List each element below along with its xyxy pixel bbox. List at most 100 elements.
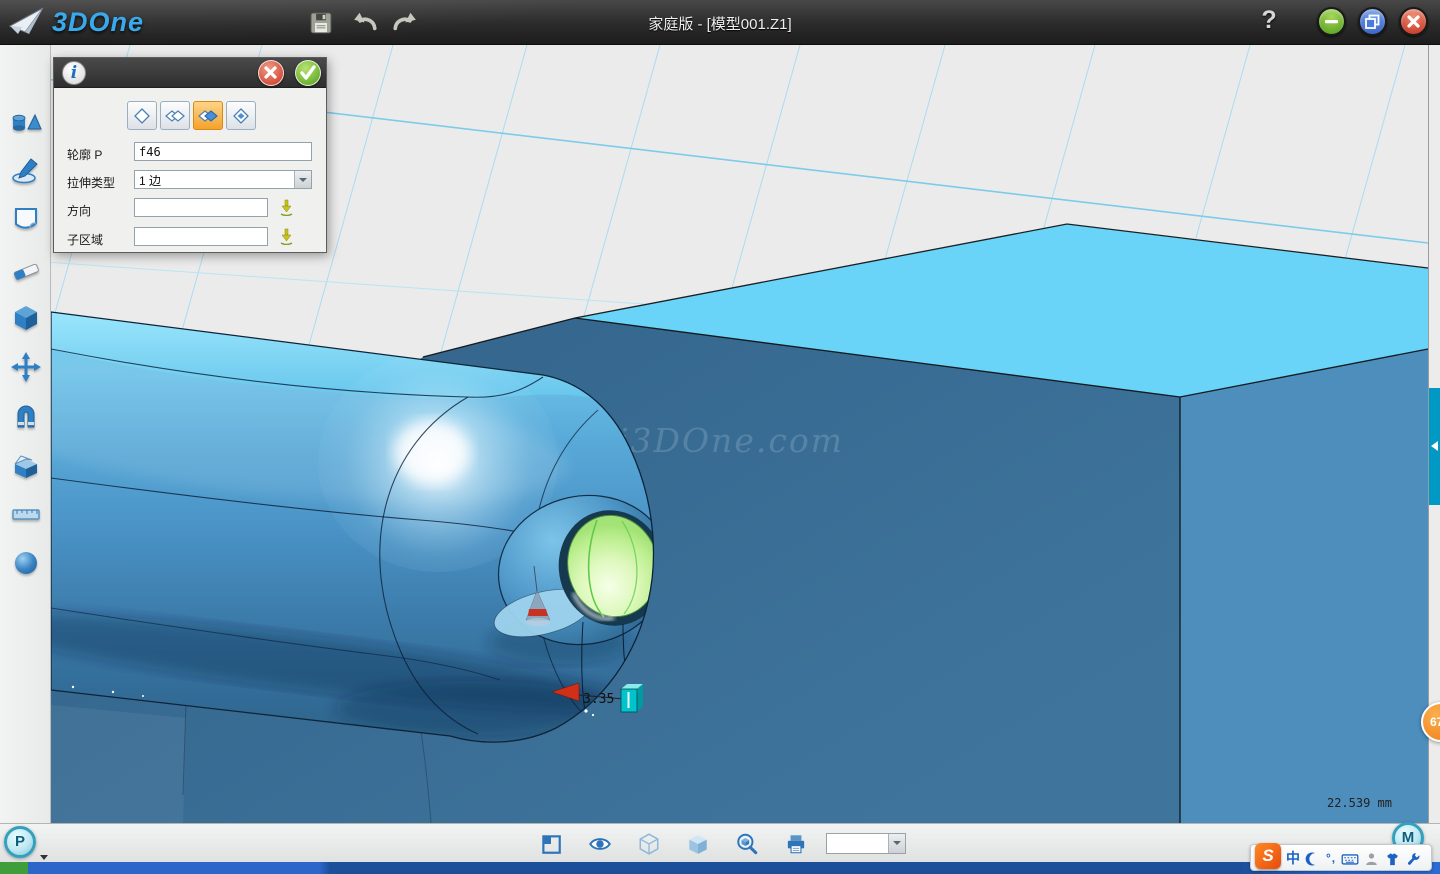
measure-tool[interactable] [10, 498, 42, 530]
status-p-button[interactable]: P [4, 826, 36, 858]
constraint-tool[interactable] [10, 401, 42, 433]
undo-button[interactable] [352, 10, 378, 36]
app-logo: 3DOne [8, 5, 144, 39]
primitives-icon [10, 108, 42, 140]
watermark: i3DOne.com [618, 421, 844, 460]
dialog-header: i [54, 58, 326, 88]
render-tool[interactable] [10, 547, 42, 579]
save-icon [308, 10, 334, 36]
ime-bar: S 中 °, [1250, 844, 1432, 871]
coordinate-readout: 22.539 mm [1327, 796, 1392, 810]
extrude-type-value: 1 边 [139, 174, 161, 188]
printer-icon [784, 832, 808, 856]
app-logo-text: 3DOne [52, 7, 144, 38]
sketch-plane-icon [10, 203, 42, 235]
special-feature-tool[interactable] [10, 449, 42, 481]
ime-lang-toggle[interactable]: 中 [1286, 846, 1300, 870]
cancel-x-icon [259, 61, 282, 84]
sphere-icon [10, 547, 42, 579]
direction-pick-button[interactable] [277, 198, 295, 216]
diamond-single-icon [132, 107, 152, 125]
open-box-icon [10, 449, 42, 481]
dialog-ok-button[interactable] [295, 60, 321, 86]
extrude-mode-4-button[interactable] [226, 101, 256, 130]
extrude-mode-3-button-selected[interactable] [193, 101, 223, 130]
pick-arrow-icon [277, 198, 295, 216]
shaded-mode-button[interactable] [686, 832, 710, 856]
visibility-button[interactable] [588, 832, 612, 856]
slab-right-face[interactable] [1180, 349, 1428, 823]
close-button[interactable] [1399, 7, 1428, 36]
extrude-mode-buttons [127, 101, 256, 130]
sogou-logo[interactable]: S [1255, 843, 1281, 869]
redo-button[interactable] [392, 10, 418, 36]
zoom-cube-icon [735, 832, 759, 856]
sketch-pencil-icon [10, 155, 42, 187]
chevron-left-icon [1431, 441, 1438, 451]
restore-button[interactable] [1358, 7, 1387, 36]
redo-icon [392, 10, 418, 36]
minimize-icon [1319, 9, 1344, 34]
subregion-input[interactable] [134, 227, 268, 246]
keyboard-icon[interactable] [1341, 848, 1359, 867]
shaded-cube-icon [686, 832, 710, 856]
magnet-icon [10, 401, 42, 433]
drag-handle[interactable] [621, 684, 643, 712]
help-button[interactable]: ? [1255, 6, 1283, 36]
view-plane-button[interactable] [539, 832, 563, 856]
paper-plane-icon [8, 5, 46, 39]
cube-icon [10, 302, 42, 334]
ruler-icon [10, 498, 42, 530]
chevron-down-icon [893, 841, 901, 845]
close-icon [1401, 9, 1426, 34]
moon-icon[interactable] [1305, 848, 1321, 867]
zoom-fit-button[interactable] [735, 832, 759, 856]
dropdown-arrow-button[interactable] [294, 171, 311, 188]
dropdown-arrow-button[interactable] [888, 834, 905, 853]
pick-arrow-icon [277, 227, 295, 245]
view-scale-dropdown[interactable] [826, 833, 906, 854]
info-icon: i [62, 61, 86, 85]
bottom-toolbar [0, 823, 1440, 862]
direction-input[interactable] [134, 198, 268, 217]
ime-punct-toggle[interactable]: °, [1326, 846, 1336, 870]
extrude-type-label: 拉伸类型 [67, 174, 115, 191]
app-window: 3DOne 家 [0, 0, 1440, 874]
user-icon[interactable] [1364, 848, 1379, 867]
save-button[interactable] [308, 10, 334, 36]
extrude-mode-1-button[interactable] [127, 101, 157, 130]
direction-label: 方向 [67, 202, 91, 219]
subregion-label: 子区域 [67, 231, 103, 248]
minimize-button[interactable] [1317, 7, 1346, 36]
status-p-caret[interactable] [40, 855, 48, 860]
move-tool[interactable] [10, 351, 42, 383]
sketch-tool[interactable] [10, 155, 42, 187]
profile-input[interactable] [134, 142, 312, 161]
eye-icon [588, 832, 612, 856]
plane-tool[interactable] [10, 203, 42, 235]
move-arrows-icon [10, 351, 42, 383]
diamond-double-icon [165, 107, 185, 125]
ok-check-icon [296, 61, 319, 84]
eraser-tool[interactable] [10, 255, 42, 287]
restore-icon [1360, 9, 1385, 34]
diamond-filled-pair-icon [198, 107, 218, 125]
wrench-icon[interactable] [1406, 848, 1421, 867]
wireframe-mode-button[interactable] [637, 832, 661, 856]
wireframe-cube-icon [637, 832, 661, 856]
subregion-pick-button[interactable] [277, 227, 295, 245]
primitives-tool[interactable] [10, 108, 42, 140]
chevron-down-icon [299, 178, 307, 182]
print-button[interactable] [784, 832, 808, 856]
left-toolbar [0, 45, 51, 823]
panel-expand-tab[interactable] [1429, 388, 1440, 505]
diamond-dot-icon [231, 107, 251, 125]
eraser-icon [10, 255, 42, 287]
dialog-cancel-button[interactable] [258, 60, 284, 86]
title-bar: 3DOne 家 [0, 0, 1440, 45]
skin-tshirt-icon[interactable] [1384, 848, 1401, 867]
extrude-type-dropdown[interactable]: 1 边 [134, 170, 312, 189]
solid-tool[interactable] [10, 302, 42, 334]
extrude-mode-2-button[interactable] [160, 101, 190, 130]
profile-label: 轮廓 P [67, 146, 102, 163]
